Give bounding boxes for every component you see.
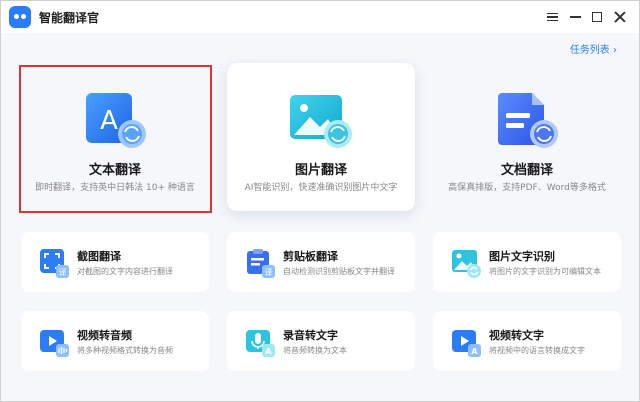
card-description: 高保真排版，支持PDF、Word等多格式 <box>448 183 606 193</box>
audio-to-text-card[interactable]: A 录音转文字 将音频转换为文本 <box>227 311 415 371</box>
text-translate-card[interactable]: A 文本翻译 即时翻译，支持英中日韩法 10+ 种语言 <box>21 63 209 211</box>
card-title: 图片文字识别 <box>489 250 555 263</box>
screenshot-translate-icon: 译 <box>39 248 69 278</box>
clipboard-translate-icon: 译 <box>245 248 275 278</box>
card-title: 剪贴板翻译 <box>283 250 338 263</box>
card-title: 截图翻译 <box>77 250 121 263</box>
maximize-button[interactable] <box>587 7 607 27</box>
text-translate-icon: A <box>80 91 150 151</box>
image-ocr-icon <box>451 248 481 278</box>
card-title: 视频转音频 <box>77 329 132 342</box>
card-title: 文本翻译 <box>88 163 141 178</box>
card-title: 文档翻译 <box>500 163 553 178</box>
card-description: 将音频转换为文本 <box>283 346 347 355</box>
video-to-audio-card[interactable]: 视频转音频 将多种视频格式转换为音频 <box>21 311 209 371</box>
menu-icon <box>546 11 558 24</box>
image-translate-card[interactable]: 图片翻译 AI智能识别，快速准确识别图片中文字 <box>227 63 415 211</box>
app-window: 智能翻译官 任务列表 › A 文本翻译 即时翻译，支持英中日韩法 10+ 种语言… <box>0 0 640 402</box>
title-bar: 智能翻译官 <box>1 1 639 33</box>
video-to-text-icon: A <box>451 327 481 357</box>
app-title: 智能翻译官 <box>39 11 100 25</box>
card-title: 视频转文字 <box>489 329 544 342</box>
card-title: 图片翻译 <box>294 163 347 178</box>
audio-to-text-icon: A <box>245 327 275 357</box>
card-description: 将多种视频格式转换为音频 <box>77 346 173 355</box>
menu-button[interactable] <box>542 7 562 27</box>
document-translate-card[interactable]: 文档翻译 高保真排版，支持PDF、Word等多格式 <box>433 63 621 211</box>
app-logo-icon <box>9 6 31 28</box>
letter-a-text: A <box>100 106 118 136</box>
image-translate-icon <box>286 91 356 151</box>
close-button[interactable] <box>610 7 630 27</box>
card-description: 将视频中的语言转换成文字 <box>489 346 585 355</box>
badge-text: 译 <box>59 268 67 277</box>
screenshot-translate-card[interactable]: 译 截图翻译 对截图的文字内容进行翻译 <box>21 232 209 292</box>
close-icon <box>614 11 626 23</box>
minimize-button[interactable] <box>565 7 585 27</box>
card-description: 即时翻译，支持英中日韩法 10+ 种语言 <box>35 183 195 193</box>
minimize-icon <box>569 16 581 18</box>
maximize-icon <box>592 12 602 22</box>
clipboard-translate-card[interactable]: 译 剪贴板翻译 自动检测识别剪贴板文字并翻译 <box>227 232 415 292</box>
video-to-text-card[interactable]: A 视频转文字 将视频中的语言转换成文字 <box>433 311 621 371</box>
video-to-audio-icon <box>39 327 69 357</box>
task-list-link[interactable]: 任务列表 › <box>570 41 617 56</box>
badge-text: 译 <box>265 268 273 277</box>
card-description: 将图片的文字识别为可编辑文本 <box>489 267 601 276</box>
badge-text: A <box>265 347 272 356</box>
card-description: 自动检测识别剪贴板文字并翻译 <box>283 267 395 276</box>
card-description: 对截图的文字内容进行翻译 <box>77 267 173 276</box>
document-translate-icon <box>492 91 562 151</box>
badge-text: A <box>471 347 478 356</box>
image-ocr-card[interactable]: 图片文字识别 将图片的文字识别为可编辑文本 <box>433 232 621 292</box>
card-description: AI智能识别，快速准确识别图片中文字 <box>244 183 398 193</box>
card-title: 录音转文字 <box>283 329 338 342</box>
